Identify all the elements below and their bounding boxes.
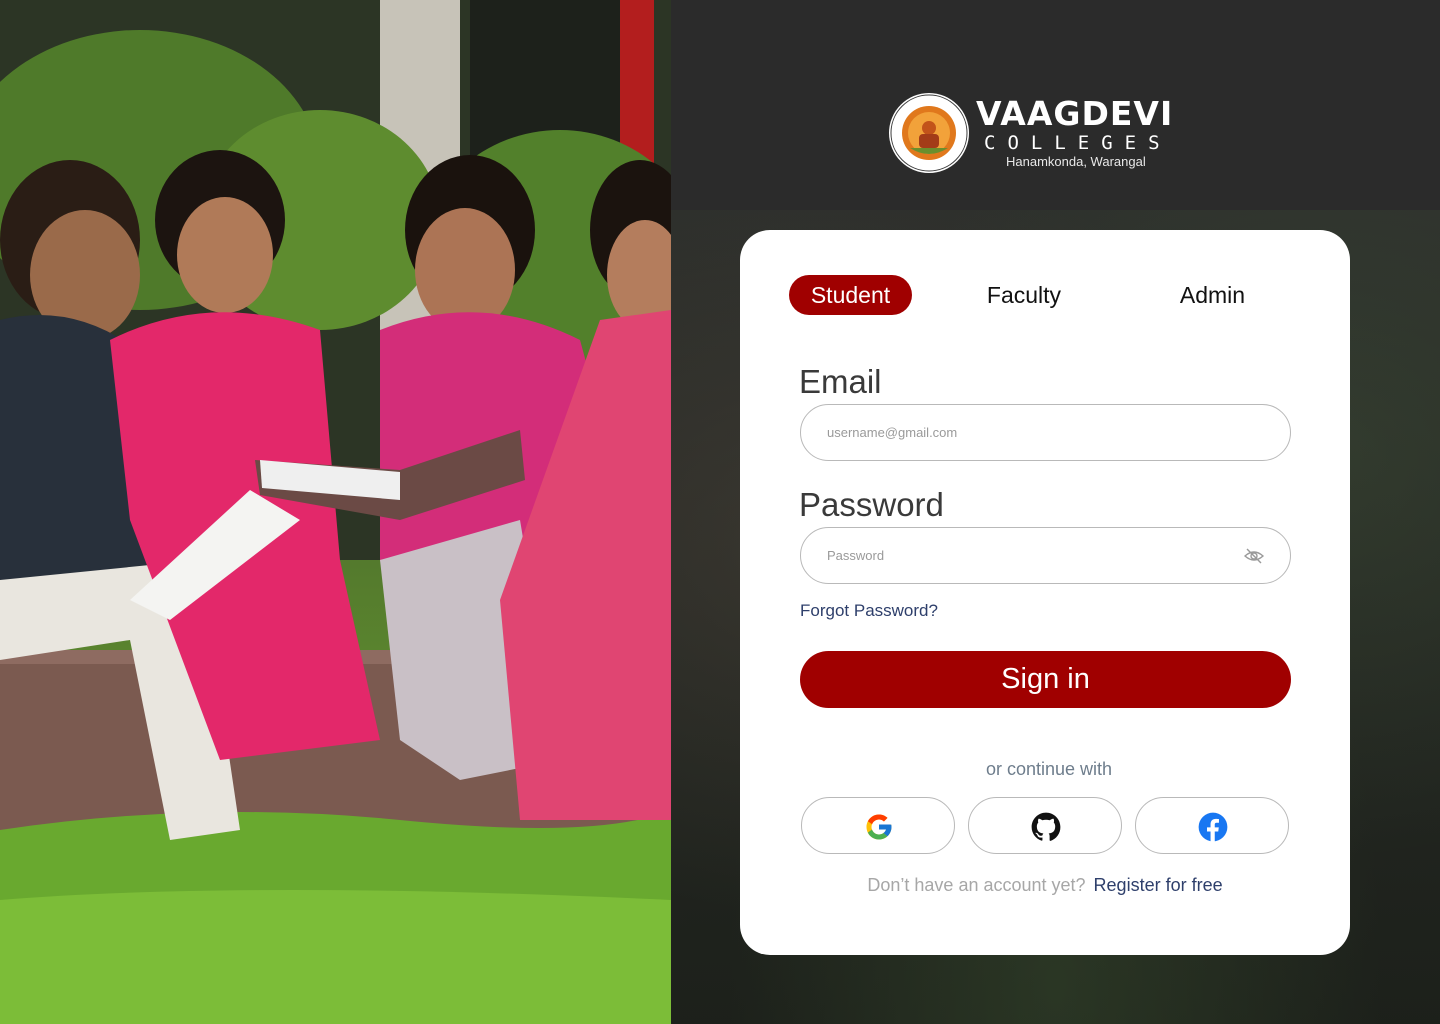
eye-off-icon[interactable] <box>1244 547 1264 565</box>
no-account-text: Don’t have an account yet? <box>867 875 1086 895</box>
facebook-login-button[interactable] <box>1135 797 1289 854</box>
hero-photo <box>0 0 671 1024</box>
college-logo: VAAGDEVI COLLEGES Hanamkonda, Warangal <box>888 92 1172 178</box>
brand-location: Hanamkonda, Warangal <box>1006 154 1146 169</box>
google-icon <box>866 814 892 840</box>
github-login-button[interactable] <box>968 797 1122 854</box>
college-emblem-icon <box>889 93 969 173</box>
brand-name: VAAGDEVI <box>976 94 1174 133</box>
login-card: Student Faculty Admin Email username@gma… <box>740 230 1350 955</box>
email-placeholder: username@gmail.com <box>827 425 958 440</box>
students-illustration <box>0 0 671 1024</box>
register-row: Don’t have an account yet? Register for f… <box>740 875 1350 896</box>
password-placeholder: Password <box>827 548 885 563</box>
facebook-icon <box>1198 812 1228 842</box>
tab-admin[interactable]: Admin <box>1159 275 1266 315</box>
google-login-button[interactable] <box>801 797 955 854</box>
tab-faculty[interactable]: Faculty <box>964 275 1084 315</box>
brand-subtitle: COLLEGES <box>984 132 1172 154</box>
forgot-password-link[interactable]: Forgot Password? <box>800 601 938 621</box>
continue-with-label: or continue with <box>985 759 1113 779</box>
email-field[interactable]: username@gmail.com <box>800 404 1291 461</box>
github-icon <box>1031 812 1061 841</box>
sign-in-button[interactable]: Sign in <box>800 651 1291 708</box>
register-link[interactable]: Register for free <box>1094 875 1223 895</box>
role-tabs: Student Faculty Admin <box>789 275 1309 315</box>
password-field[interactable]: Password <box>800 527 1291 584</box>
password-label: Password <box>799 486 944 523</box>
tab-student[interactable]: Student <box>789 275 912 315</box>
email-label: Email <box>799 363 882 400</box>
